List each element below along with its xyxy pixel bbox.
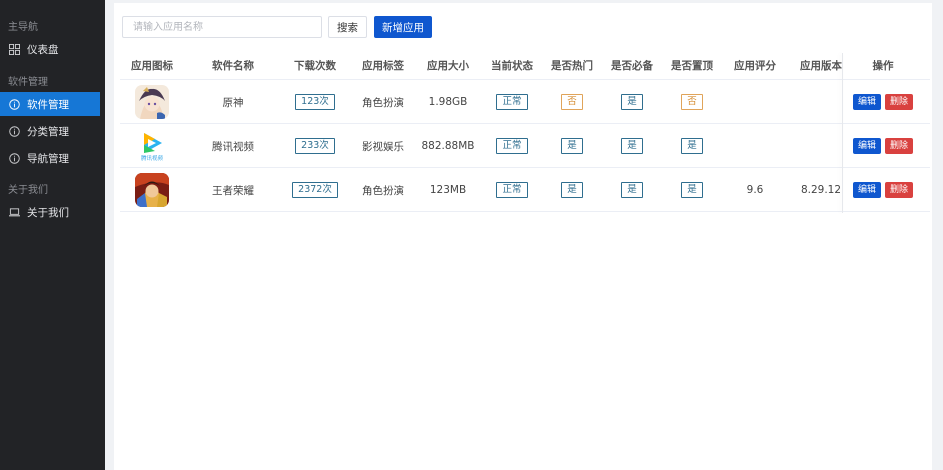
col-header-version: 应用版本	[800, 60, 842, 72]
hot-badge: 是	[561, 138, 583, 154]
essential-badge: 是	[621, 138, 643, 154]
edit-button[interactable]: 编辑	[852, 94, 881, 110]
table-row: 腾讯视频 腾讯视频 233次 影视娱乐 882.88MB 正常 是 是 是 编辑…	[120, 124, 930, 168]
hot-badge: 否	[561, 94, 583, 110]
delete-button[interactable]: 删除	[885, 94, 914, 110]
sidebar-item-label: 关于我们	[27, 206, 69, 219]
honor-of-kings-app-icon	[135, 173, 169, 207]
search-button[interactable]: 搜索	[328, 16, 367, 38]
top-badge: 否	[681, 94, 703, 110]
app-name: 王者荣耀	[212, 184, 254, 197]
downloads-badge: 233次	[295, 138, 335, 154]
app-size: 1.98GB	[428, 96, 468, 108]
dashboard-grid-icon	[9, 43, 20, 55]
sidebar-item-about[interactable]: 关于我们	[0, 200, 100, 224]
app-version: 8.29.12	[800, 184, 842, 196]
app-tag: 角色扮演	[362, 184, 404, 197]
app-size: 882.88MB	[421, 140, 475, 152]
sidebar-item-label: 导航管理	[27, 152, 69, 165]
hot-badge: 是	[561, 182, 583, 198]
laptop-icon	[9, 207, 20, 218]
col-header-rating: 应用评分	[734, 60, 776, 72]
edit-button[interactable]: 编辑	[852, 182, 881, 198]
essential-badge: 是	[621, 94, 643, 110]
nav-group-title-about: 关于我们	[8, 185, 48, 196]
col-header-top: 是否置顶	[671, 60, 713, 72]
sidebar-item-label: 软件管理	[27, 98, 69, 111]
top-badge: 是	[681, 182, 703, 198]
sidebar: 主导航 仪表盘 软件管理 软件管理 分类管理 导航管理 关于我们 关于我们	[0, 0, 105, 470]
col-header-icon: 应用图标	[131, 60, 173, 72]
downloads-badge: 123次	[295, 94, 335, 110]
sidebar-item-label: 分类管理	[27, 125, 69, 138]
essential-badge: 是	[621, 182, 643, 198]
app-tag: 角色扮演	[362, 96, 404, 109]
status-badge: 正常	[496, 182, 528, 198]
table-header: 应用图标 软件名称 下载次数 应用标签 应用大小 当前状态 是否热门 是否必备 …	[120, 53, 930, 80]
info-circle-icon	[9, 98, 20, 110]
col-header-size: 应用大小	[427, 60, 469, 72]
app-icon-caption: 腾讯视频	[140, 156, 163, 162]
sidebar-item-software-manage[interactable]: 软件管理	[0, 92, 100, 116]
app-size: 123MB	[429, 184, 467, 196]
fixed-column-divider	[842, 53, 843, 213]
genshin-app-icon	[135, 85, 169, 119]
nav-group-title-main: 主导航	[8, 22, 38, 33]
app-rating: 9.6	[746, 184, 764, 196]
app-version	[786, 124, 856, 168]
delete-button[interactable]: 删除	[885, 138, 914, 154]
col-header-tag: 应用标签	[362, 60, 404, 72]
app-tag: 影视娱乐	[362, 140, 404, 153]
app-version	[786, 80, 856, 124]
delete-button[interactable]: 删除	[885, 182, 914, 198]
info-circle-icon	[9, 125, 20, 137]
table-row: 原神 123次 角色扮演 1.98GB 正常 否 是 否 编辑 删除	[120, 80, 930, 124]
tencent-video-app-icon: 腾讯视频	[135, 129, 169, 163]
col-header-name: 软件名称	[212, 60, 254, 72]
downloads-badge: 2372次	[292, 182, 338, 198]
sidebar-item-dashboard[interactable]: 仪表盘	[0, 37, 100, 61]
app-name: 腾讯视频	[212, 140, 254, 153]
status-badge: 正常	[496, 94, 528, 110]
info-circle-icon	[9, 152, 20, 164]
table-row: 王者荣耀 2372次 角色扮演 123MB 正常 是 是 是 9.6 8.29.…	[120, 168, 930, 212]
nav-group-title-software: 软件管理	[8, 77, 48, 88]
add-app-button[interactable]: 新增应用	[374, 16, 432, 38]
sidebar-item-category-manage[interactable]: 分类管理	[0, 119, 100, 143]
app-rating	[720, 80, 790, 124]
app-name: 原神	[222, 96, 244, 109]
top-badge: 是	[681, 138, 703, 154]
edit-button[interactable]: 编辑	[852, 138, 881, 154]
app-rating	[720, 124, 790, 168]
status-badge: 正常	[496, 138, 528, 154]
sidebar-item-nav-manage[interactable]: 导航管理	[0, 146, 100, 170]
sidebar-item-label: 仪表盘	[27, 43, 59, 56]
col-header-actions: 操作	[872, 60, 894, 72]
main-panel: 搜索 新增应用 应用图标 软件名称 下载次数 应用标签 应用大小 当前状态 是否…	[114, 3, 932, 470]
col-header-downloads: 下载次数	[294, 60, 336, 72]
search-input[interactable]	[122, 16, 322, 38]
